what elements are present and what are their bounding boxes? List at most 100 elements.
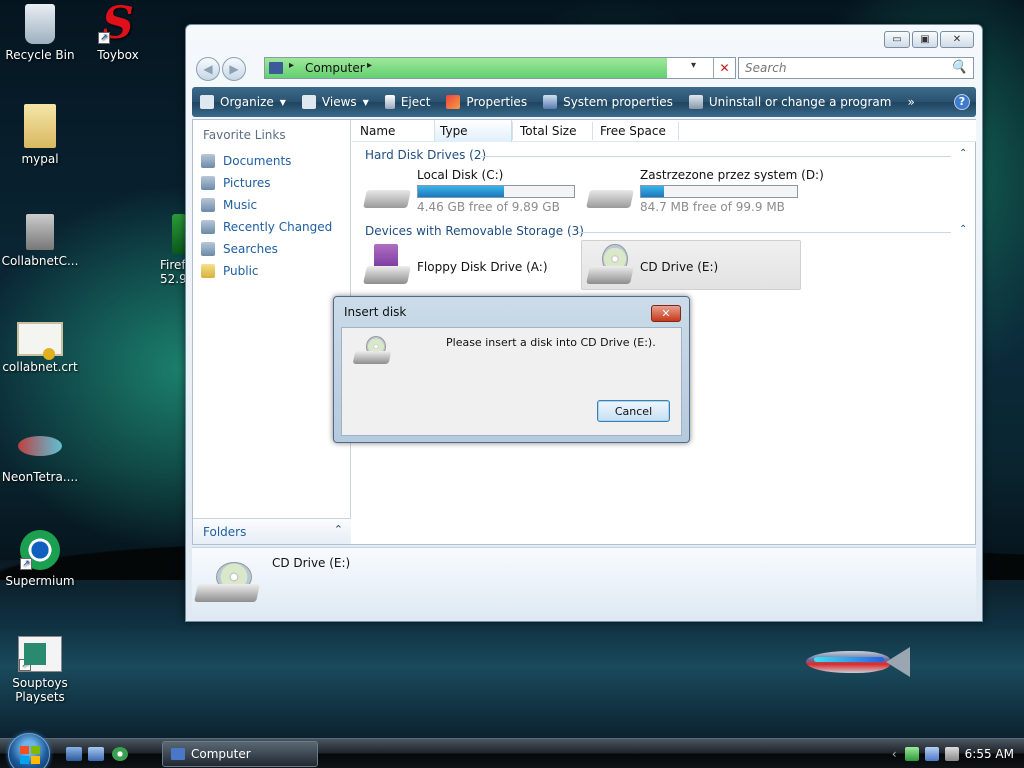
chevron-right-icon[interactable]: ▸ xyxy=(367,60,372,71)
desktop-icon-label: Toybox xyxy=(97,48,139,62)
firefox-icon xyxy=(172,214,186,254)
desktop-icon-neontetra[interactable]: NeonTetra.... xyxy=(0,426,80,484)
column-header-total-size[interactable]: Total Size xyxy=(520,124,576,138)
address-dropdown-icon[interactable]: ▾ xyxy=(691,60,696,71)
drive-cd-e[interactable]: CD Drive (E:) xyxy=(586,244,718,284)
tray-status-icon[interactable] xyxy=(904,747,919,761)
group-header-removable-storage[interactable]: Devices with Removable Storage (3) xyxy=(365,224,584,238)
computer-shortcut-icon xyxy=(26,214,54,250)
cancel-button[interactable]: Cancel xyxy=(597,400,670,422)
desktop-icon-label: CollabnetC... xyxy=(1,254,79,268)
taskbar: Computer ‹ 6:55 AM xyxy=(0,733,1024,768)
nav-link-public[interactable]: Public xyxy=(201,264,259,278)
chevron-up-icon[interactable]: ⌃ xyxy=(334,523,343,536)
command-bar: Organize ▼ Views ▼ Eject Properties Syst… xyxy=(192,87,976,117)
desktop-icon-recycle-bin[interactable]: Recycle Bin xyxy=(0,4,80,62)
column-divider[interactable] xyxy=(512,122,513,140)
drive-local-disk-c[interactable]: Local Disk (C:) 4.46 GB free of 9.89 GB xyxy=(363,168,575,214)
dialog-title: Insert disk xyxy=(344,305,407,319)
close-button[interactable]: ✕ xyxy=(940,31,974,48)
desktop-icon-collabnet[interactable]: CollabnetC... xyxy=(0,214,80,268)
column-divider[interactable] xyxy=(592,122,593,140)
column-header-free-space[interactable]: Free Space xyxy=(600,124,666,138)
search-box[interactable]: 🔍 xyxy=(738,57,974,79)
caret-down-icon: ▼ xyxy=(362,97,369,107)
taskbar-button-computer[interactable]: Computer xyxy=(162,741,318,767)
navigation-pane: Favorite Links Documents Pictures Music … xyxy=(193,120,351,544)
hard-drive-icon xyxy=(363,174,411,208)
folders-toggle[interactable]: Folders ⌃ xyxy=(193,518,351,544)
help-icon[interactable]: ? xyxy=(954,94,970,110)
group-divider xyxy=(481,156,951,157)
search-icon[interactable]: 🔍 xyxy=(951,60,967,75)
desktop-icon-label: Supermium xyxy=(5,574,75,588)
column-header-name[interactable]: Name xyxy=(360,124,395,138)
minimize-button[interactable]: ▭ xyxy=(884,31,910,48)
desktop-icon-label: Recycle Bin xyxy=(5,48,75,62)
details-item-name: CD Drive (E:) xyxy=(272,556,351,570)
drive-free-space: 84.7 MB free of 99.9 MB xyxy=(640,200,785,214)
drive-system-reserved-d[interactable]: Zastrzezone przez system (D:) 84.7 MB fr… xyxy=(586,168,824,214)
uninstall-icon xyxy=(688,95,703,109)
drive-name: Zastrzezone przez system (D:) xyxy=(640,168,824,182)
drive-usage-bar xyxy=(417,185,575,198)
tray-expand-icon[interactable]: ‹ xyxy=(892,747,897,761)
insert-disk-dialog[interactable]: Insert disk ✕ Please insert a disk into … xyxy=(333,296,690,443)
nav-link-pictures[interactable]: Pictures xyxy=(201,176,271,190)
more-commands-button[interactable]: » xyxy=(899,87,922,117)
address-bar[interactable]: ▸ Computer ▸ ▾ ✕ xyxy=(264,57,736,79)
caret-down-icon: ▼ xyxy=(279,97,286,107)
floppy-drive-icon xyxy=(363,244,411,284)
pictures-icon xyxy=(201,176,215,190)
desktop-icon-mypal[interactable]: mypal xyxy=(0,104,80,166)
chevron-right-icon[interactable]: ▸ xyxy=(289,60,294,71)
show-desktop-icon[interactable] xyxy=(66,747,82,761)
drive-usage-fill xyxy=(418,186,504,197)
eject-button[interactable]: Eject xyxy=(377,87,439,117)
stop-button[interactable]: ✕ xyxy=(713,58,735,78)
desktop-icon-label: NeonTetra.... xyxy=(1,470,79,484)
hard-drive-icon xyxy=(586,174,634,208)
chevron-up-icon[interactable]: ⌃ xyxy=(959,224,967,235)
navigation-bar: ◀ ▶ ▸ Computer ▸ ▾ ✕ 🔍 xyxy=(192,55,978,81)
volume-muted-icon[interactable] xyxy=(944,747,959,761)
computer-icon xyxy=(269,62,283,74)
windows-logo-icon xyxy=(20,746,40,764)
desktop-icon-toybox[interactable]: S ↗ Toybox xyxy=(78,2,158,63)
desktop-icon-firefox[interactable]: Firef 52.9 xyxy=(150,214,186,286)
dialog-close-button[interactable]: ✕ xyxy=(651,305,681,322)
search-input[interactable] xyxy=(739,58,939,78)
forward-button[interactable]: ▶ xyxy=(222,57,246,81)
group-header-hard-disk-drives[interactable]: Hard Disk Drives (2) xyxy=(365,148,486,162)
breadcrumb-computer[interactable]: Computer xyxy=(305,61,365,75)
uninstall-program-button[interactable]: Uninstall or change a program xyxy=(681,87,900,117)
chevron-up-icon[interactable]: ⌃ xyxy=(959,148,967,159)
back-button[interactable]: ◀ xyxy=(196,57,220,81)
desktop-icon-collabnet-crt[interactable]: collabnet.crt xyxy=(0,322,80,374)
nav-link-recently-changed[interactable]: Recently Changed xyxy=(201,220,332,234)
desktop-icon-label: Souptoys Playsets xyxy=(12,676,68,704)
drive-usage-bar xyxy=(640,185,798,198)
clock[interactable]: 6:55 AM xyxy=(965,747,1014,761)
column-divider[interactable] xyxy=(678,122,679,140)
drive-free-space: 4.46 GB free of 9.89 GB xyxy=(417,200,560,214)
switch-windows-icon[interactable] xyxy=(88,747,104,761)
start-button[interactable] xyxy=(8,733,50,768)
browser-quicklaunch-icon[interactable] xyxy=(112,747,128,761)
column-divider[interactable] xyxy=(434,122,435,140)
desktop-icon-supermium[interactable]: ↗ Supermium xyxy=(0,530,80,588)
nav-link-documents[interactable]: Documents xyxy=(201,154,291,168)
views-button[interactable]: Views ▼ xyxy=(294,87,377,117)
maximize-button[interactable]: ▣ xyxy=(912,31,938,48)
drive-floppy-a[interactable]: Floppy Disk Drive (A:) xyxy=(363,244,548,284)
column-header-type[interactable]: Type xyxy=(440,124,468,138)
properties-button[interactable]: Properties xyxy=(438,87,535,117)
desktop-icon-souptoys[interactable]: ↗ Souptoys Playsets xyxy=(0,636,80,704)
organize-button[interactable]: Organize ▼ xyxy=(192,87,294,117)
nav-link-searches[interactable]: Searches xyxy=(201,242,278,256)
browser-icon: ↗ xyxy=(20,530,60,570)
nav-link-music[interactable]: Music xyxy=(201,198,257,212)
neon-tetra-fish[interactable] xyxy=(806,643,910,681)
system-properties-button[interactable]: System properties xyxy=(535,87,681,117)
network-icon[interactable] xyxy=(924,747,939,761)
